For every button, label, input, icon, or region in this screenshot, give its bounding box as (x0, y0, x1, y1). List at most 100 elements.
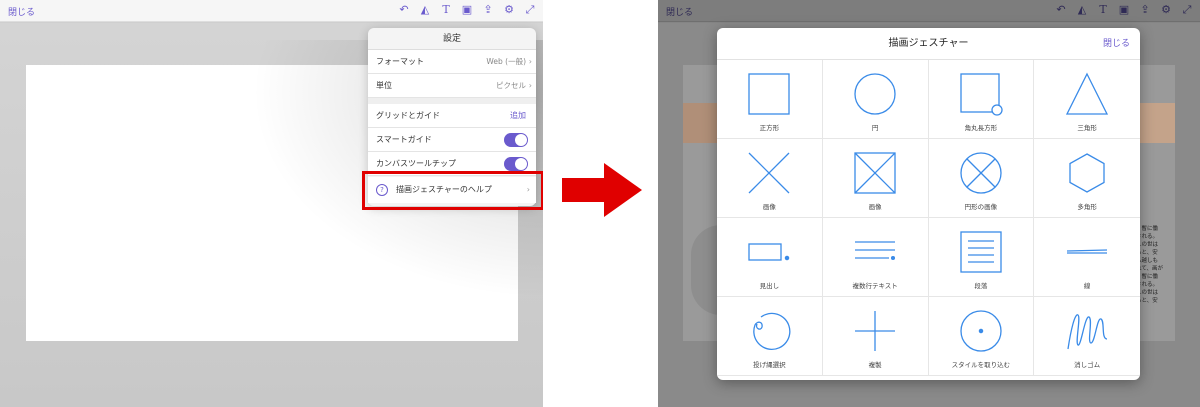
multiline-text-icon (855, 241, 896, 261)
gesture-heading: 見出し (717, 218, 823, 297)
gesture-label: 見出し (759, 282, 780, 290)
left-screen: 閉じる ↶ ◭ T ▣ ⇪ ⚙ ⤢ 設定 フォーマット Web (一般) › 単… (0, 0, 543, 407)
line-icon (1067, 249, 1108, 254)
gesture-help-modal: 描画ジェスチャー 閉じる 正方形 円 角丸長方形 三角形 画像 画像 円形の画像… (717, 28, 1140, 380)
gesture-label: 円形の画像 (964, 203, 998, 211)
smart-guide-toggle[interactable] (504, 133, 528, 147)
gesture-label: 画像 (762, 203, 776, 211)
eraser-icon (1067, 314, 1108, 350)
text-icon[interactable]: T (439, 2, 453, 18)
highlight-box (362, 171, 543, 210)
side-text-line: れて、画が (1136, 266, 1164, 272)
gesture-label: 三角形 (1077, 124, 1097, 132)
gesture-label: 円 (871, 124, 879, 132)
boxed-x-image-icon (854, 152, 896, 194)
side-text-line: 、暫に働 (1136, 226, 1159, 232)
side-text-line: 、暫に働 (1136, 274, 1159, 280)
side-text-line: 人の世は (1136, 290, 1159, 296)
gesture-style-sample: スタイルを取り込む (928, 297, 1035, 376)
triangle-icon (1066, 72, 1109, 115)
square-icon (748, 73, 791, 115)
gesture-label: 線 (1083, 282, 1091, 290)
unit-label: 単位 (376, 81, 392, 90)
toolbar: 閉じる ↶ ◭ T ▣ ⇪ ⚙ ⤢ (658, 0, 1200, 22)
close-button[interactable]: 閉じる (666, 5, 693, 18)
lasso-icon (753, 312, 791, 351)
gesture-square: 正方形 (717, 60, 823, 139)
side-text-line: ると、安 (1136, 298, 1158, 304)
grid-add-button[interactable]: 追加 (510, 104, 526, 128)
undo-icon[interactable]: ↶ (397, 2, 411, 18)
gesture-polygon: 多角形 (1034, 139, 1140, 218)
side-text-block: 、暫に働 される。 人の世は ると、安 へ越しも れて、画が 、暫に働 される。… (1136, 225, 1176, 305)
dot-circle-icon (960, 310, 1002, 352)
text-icon[interactable]: T (1096, 2, 1110, 18)
rounded-rect-icon (960, 73, 1003, 116)
gesture-label: 角丸長方形 (964, 124, 998, 132)
gesture-label: 画像 (868, 203, 882, 211)
gesture-label: スタイルを取り込む (951, 361, 1011, 369)
gesture-multiline-text: 複数行テキスト (822, 218, 929, 297)
gesture-grid: 正方形 円 角丸長方形 三角形 画像 画像 円形の画像 多角形 見出し 複数行テ… (717, 60, 1140, 376)
side-text-line: ると、安 (1136, 250, 1158, 256)
heading-icon (748, 243, 790, 261)
side-text-line: される。 (1136, 234, 1159, 240)
hexagon-icon (1069, 153, 1105, 193)
settings-title: 設定 (368, 28, 536, 50)
canvas-tip-label: カンバスツールチップ (376, 159, 456, 168)
expand-icon[interactable]: ⤢ (1180, 2, 1194, 18)
gear-icon[interactable]: ⚙ (1159, 2, 1173, 18)
shape-icon[interactable]: ◭ (418, 2, 432, 18)
image-icon[interactable]: ▣ (1117, 2, 1131, 18)
gesture-triangle: 三角形 (1034, 60, 1140, 139)
gesture-rounded-rect: 角丸長方形 (928, 60, 1035, 139)
gesture-circle: 円 (822, 60, 929, 139)
gesture-circle-image: 円形の画像 (928, 139, 1035, 218)
grid-guide-label: グリッドとガイド (376, 111, 440, 120)
format-value: Web (一般) (486, 57, 526, 66)
smart-guide-label: スマートガイド (376, 135, 432, 144)
format-label: フォーマット (376, 57, 424, 66)
image-icon[interactable]: ▣ (460, 2, 474, 18)
modal-title: 描画ジェスチャー (888, 38, 969, 49)
gesture-label: 消しゴム (1074, 361, 1101, 369)
grid-guide-row: グリッドとガイド 追加 (368, 104, 536, 128)
unit-row[interactable]: 単位 ピクセル › (368, 74, 536, 98)
expand-icon[interactable]: ⤢ (523, 2, 537, 18)
undo-icon[interactable]: ↶ (1054, 2, 1068, 18)
gesture-label: 段落 (974, 282, 988, 290)
gesture-paragraph: 段落 (928, 218, 1035, 297)
gesture-eraser: 消しゴム (1034, 297, 1140, 376)
side-text-line: へ越しも (1136, 258, 1159, 264)
side-text-line: 人の世は (1136, 242, 1159, 248)
side-text-line: される。 (1136, 282, 1159, 288)
toolbar: 閉じる ↶ ◭ T ▣ ⇪ ⚙ ⤢ (0, 0, 543, 22)
gesture-boxed-image: 画像 (822, 139, 929, 218)
gesture-label: 投げ縄選択 (753, 361, 786, 369)
circle-icon (854, 73, 896, 115)
smart-guide-row: スマートガイド (368, 128, 536, 152)
gesture-label: 複数行テキスト (852, 282, 898, 290)
gesture-line: 線 (1034, 218, 1140, 297)
gesture-label: 正方形 (759, 124, 780, 132)
shape-icon[interactable]: ◭ (1075, 2, 1089, 18)
modal-close-button[interactable]: 閉じる (1103, 28, 1130, 60)
gesture-label: 多角形 (1077, 203, 1097, 211)
close-button[interactable]: 閉じる (8, 5, 35, 18)
gesture-lasso: 投げ縄選択 (717, 297, 823, 376)
canvas-tip-toggle[interactable] (504, 157, 528, 171)
gesture-duplicate: 複製 (822, 297, 929, 376)
share-icon[interactable]: ⇪ (481, 2, 495, 18)
gesture-image: 画像 (717, 139, 823, 218)
format-row[interactable]: フォーマット Web (一般) › (368, 50, 536, 74)
circle-x-image-icon (960, 152, 1002, 194)
gear-icon[interactable]: ⚙ (502, 2, 516, 18)
share-icon[interactable]: ⇪ (1138, 2, 1152, 18)
right-screen: 閉じる ↶ ◭ T ▣ ⇪ ⚙ ⤢ 、暫に働 される。 人の世は ると、安 へ越… (658, 0, 1200, 407)
plus-icon (855, 311, 896, 351)
arrow-right-icon (562, 163, 642, 217)
gesture-label: 複製 (868, 361, 882, 369)
unit-value: ピクセル (496, 81, 526, 90)
chevron-right-icon: › (528, 57, 532, 66)
paragraph-icon (960, 231, 1002, 273)
